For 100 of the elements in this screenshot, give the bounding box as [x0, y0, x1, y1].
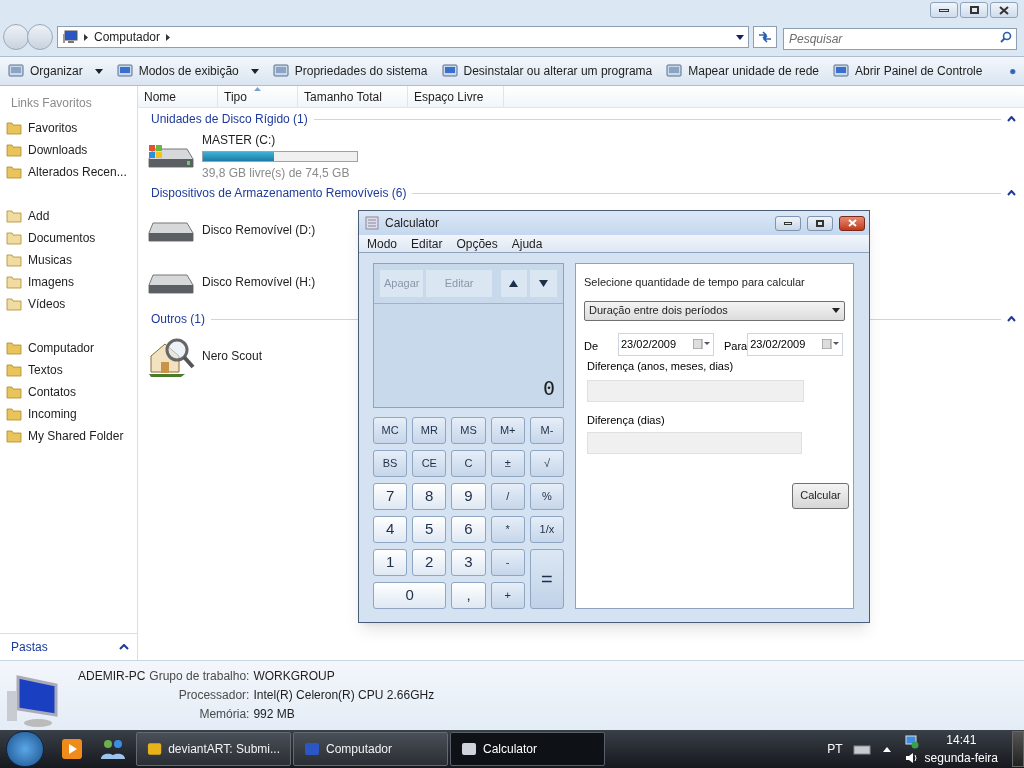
detail-label: Grupo de trabalho:: [149, 668, 250, 685]
keyboard-icon[interactable]: [852, 743, 871, 755]
calculator-key[interactable]: -: [490, 549, 525, 576]
sidebar-item[interactable]: Incoming: [0, 403, 137, 425]
show-desktop-button[interactable]: [1012, 731, 1024, 767]
caret-icon: [832, 308, 840, 313]
drive-item[interactable]: Disco Removível (H:): [146, 256, 316, 308]
sidebar-item[interactable]: Musicas: [0, 249, 137, 271]
calculator-key[interactable]: MS: [451, 417, 486, 444]
toolbar-button[interactable]: Modos de exibição: [116, 62, 259, 80]
calculator-key[interactable]: =: [529, 549, 564, 609]
collapse-icon[interactable]: [1007, 190, 1016, 196]
calculator-key[interactable]: 8: [412, 483, 447, 510]
refresh-button[interactable]: [753, 26, 777, 48]
people-icon[interactable]: [98, 737, 128, 761]
toolbar-button[interactable]: Organizar: [8, 62, 103, 80]
media-player-icon[interactable]: [60, 737, 84, 761]
menu-item[interactable]: Ajuda: [511, 234, 543, 253]
scroll-down-button[interactable]: [530, 270, 557, 297]
calculator-key[interactable]: /: [490, 483, 525, 510]
drive-item[interactable]: Nero Scout: [146, 330, 263, 382]
clock[interactable]: 14:41 segunda-feira: [924, 731, 998, 767]
taskbar-button[interactable]: Computador: [293, 732, 448, 766]
column-header[interactable]: Tipo: [218, 86, 298, 107]
computer-icon: [62, 30, 78, 44]
start-button[interactable]: [6, 731, 44, 767]
expand-tray-icon[interactable]: [882, 746, 891, 752]
breadcrumb[interactable]: Computador: [94, 28, 161, 46]
item-name: Disco Removível (H:): [202, 274, 316, 291]
group-heading[interactable]: Dispositivos de Armazenamento Removíveis (6): [151, 184, 407, 202]
calculator-key[interactable]: 1/x: [529, 516, 564, 543]
group-heading[interactable]: Outros (1): [151, 310, 205, 328]
calculator-key[interactable]: CE: [412, 450, 447, 477]
calculator-key[interactable]: MR: [412, 417, 447, 444]
calculator-key[interactable]: 2: [412, 549, 447, 576]
field-label: De: [584, 338, 600, 354]
sidebar-item[interactable]: Downloads: [0, 139, 137, 161]
drive-item[interactable]: Disco Removível (D:): [146, 204, 316, 256]
toolbar-button[interactable]: Desinstalar ou alterar um programa: [441, 62, 653, 80]
sidebar-item[interactable]: Textos: [0, 359, 137, 381]
column-header[interactable]: Tamanho Total: [298, 86, 408, 107]
calculator-key[interactable]: 1: [373, 549, 408, 576]
toolbar-button[interactable]: Propriedades do sistema: [272, 62, 428, 80]
date-field[interactable]: 23/02/2009: [747, 332, 844, 356]
search-field[interactable]: Pesquisar: [783, 28, 1017, 50]
minimize-button[interactable]: [775, 215, 801, 231]
network-icon[interactable]: [904, 734, 919, 749]
calculator-key[interactable]: C: [451, 450, 486, 477]
menu-item[interactable]: Editar: [411, 234, 443, 253]
date-field[interactable]: 23/02/2009: [618, 332, 714, 356]
sidebar-item[interactable]: Add: [0, 205, 137, 227]
calculator-key[interactable]: 0: [373, 582, 447, 609]
calculator-key[interactable]: M-: [529, 417, 564, 444]
sidebar-item[interactable]: Favoritos: [0, 117, 137, 139]
sidebar-item[interactable]: Imagens: [0, 271, 137, 293]
calculator-key[interactable]: 9: [451, 483, 486, 510]
calculator-key[interactable]: ,: [451, 582, 486, 609]
calculate-button[interactable]: Calcular: [792, 482, 849, 509]
collapse-icon[interactable]: [1007, 116, 1016, 122]
calculator-key[interactable]: 4: [373, 516, 408, 543]
maximize-button[interactable]: [807, 215, 833, 231]
address-bar[interactable]: Computador: [57, 26, 749, 48]
calculator-key[interactable]: 5: [412, 516, 447, 543]
menu-item[interactable]: Modo: [367, 234, 398, 253]
restore-button[interactable]: [960, 2, 988, 18]
taskbar-button[interactable]: Calculator: [450, 732, 605, 766]
close-button[interactable]: [839, 215, 865, 231]
minimize-button[interactable]: [930, 2, 958, 18]
sidebar-item[interactable]: Alterados Recen...: [0, 161, 137, 183]
calculator-key[interactable]: M+: [490, 417, 525, 444]
sidebar-item[interactable]: Documentos: [0, 227, 137, 249]
app-icon: [147, 741, 163, 757]
group-heading[interactable]: Unidades de Disco Rígido (1): [151, 110, 308, 128]
calculator-key[interactable]: 3: [451, 549, 486, 576]
sidebar-item[interactable]: Computador: [0, 337, 137, 359]
sidebar-item[interactable]: Vídeos: [0, 293, 137, 315]
language-indicator[interactable]: PT: [827, 740, 843, 758]
toolbar-button[interactable]: Abrir Painel de Controle: [833, 62, 983, 80]
scroll-up-button[interactable]: [500, 270, 528, 297]
close-button[interactable]: [990, 2, 1018, 18]
calculator-key[interactable]: MC: [373, 417, 408, 444]
calculator-key[interactable]: %: [529, 483, 564, 510]
mode-dropdown[interactable]: Duração entre dois períodos: [584, 300, 845, 321]
sidebar-item[interactable]: My Shared Folder: [0, 425, 137, 447]
calculator-key[interactable]: 7: [373, 483, 408, 510]
toolbar-button[interactable]: Mapear unidade de rede: [666, 62, 819, 80]
calculator-key[interactable]: 6: [451, 516, 486, 543]
taskbar-button[interactable]: deviantART: Submi...: [136, 732, 291, 766]
column-header[interactable]: Espaço Livre: [408, 86, 504, 107]
drive-item[interactable]: MASTER (C:) 39,8 GB livre(s) de 74,5 GB: [146, 130, 358, 182]
calculator-key[interactable]: ±: [490, 450, 525, 477]
menu-item[interactable]: Opções: [456, 234, 498, 253]
volume-icon[interactable]: [904, 751, 919, 764]
calculator-key[interactable]: +: [490, 582, 525, 609]
collapse-icon[interactable]: [1007, 316, 1016, 322]
column-header[interactable]: Nome: [138, 86, 218, 107]
calculator-key[interactable]: BS: [373, 450, 408, 477]
calculator-key[interactable]: √: [529, 450, 564, 477]
sidebar-item[interactable]: Contatos: [0, 381, 137, 403]
calculator-key[interactable]: *: [490, 516, 525, 543]
